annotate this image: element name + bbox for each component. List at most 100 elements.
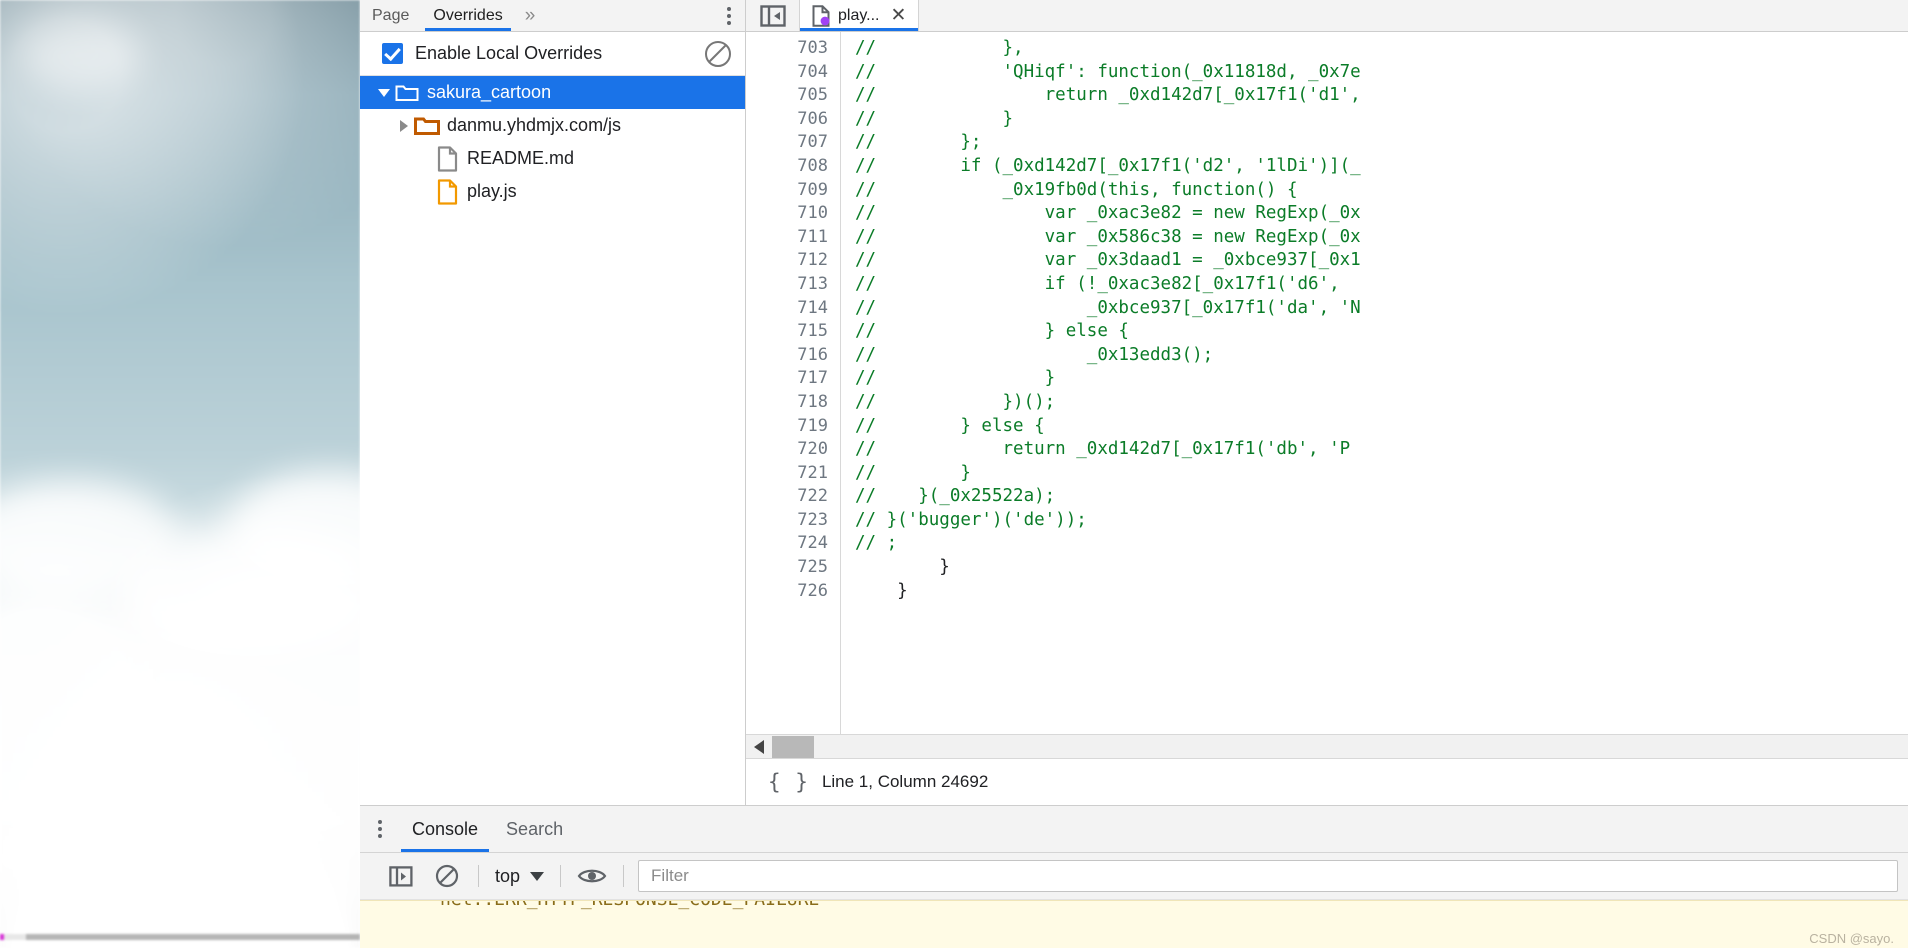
code-line[interactable]: // }('bugger')('de')); [855,509,1908,533]
console-filter-input[interactable]: Filter [638,860,1898,892]
line-number: 714 [797,297,828,318]
line-number: 711 [797,226,828,247]
code-line[interactable]: // 'QHiqf': function(_0x11818d, _0x7e [855,61,1908,85]
line-number: 715 [797,321,828,342]
code-line[interactable]: // _0xbce937[_0x17f1('da', 'N [855,297,1908,321]
code-line[interactable]: // return _0xd142d7[_0x17f1('d1', [855,84,1908,108]
more-tabs-chevron-icon[interactable]: » [515,0,544,31]
navigator-more-options-button[interactable] [717,0,745,31]
code-line[interactable]: // } [855,462,1908,486]
tab-overrides[interactable]: Overrides [421,0,514,31]
code-line[interactable]: // return _0xd142d7[_0x17f1('db', 'P [855,438,1908,462]
chevron-down-icon[interactable] [374,88,394,97]
source-editor-panel: play... ✕ 703 704 705 706 707 708 709 710 711 712… [746,0,1908,805]
tab-page-label: Page [372,6,410,24]
console-filter-placeholder: Filter [651,866,689,885]
scroll-left-icon[interactable] [746,739,772,754]
video-progress-bar[interactable] [0,934,360,940]
editor-tab-label: play... [838,6,880,24]
tree-item-play-js[interactable]: play.js [360,175,745,208]
line-number-gutter: 703 704 705 706 707 708 709 710 711 712 713 714 715 7… [746,32,841,734]
line-number: 710 [797,203,828,224]
code-line[interactable]: } [855,580,1908,604]
code-line[interactable]: // _0x13edd3(); [855,344,1908,368]
line-number: 716 [797,344,828,365]
chevron-right-icon[interactable] [394,119,414,132]
line-number: 718 [797,391,828,412]
tree-item-danmu-yhdmjx-com-js[interactable]: danmu.yhdmjx.com/js [360,109,745,142]
code-line[interactable]: // } [855,367,1908,391]
code-line[interactable]: // var _0x3daad1 = _0xbce937[_0x1 [855,249,1908,273]
console-sidebar-button[interactable] [378,859,424,893]
code-line[interactable]: } [855,556,1908,580]
line-number: 719 [797,415,828,436]
line-number: 726 [797,580,828,601]
tree-item-sakura-cartoon[interactable]: sakura_cartoon [360,76,745,109]
console-context-selector[interactable]: top [487,866,552,887]
console-sidebar-icon [389,865,413,887]
code-line[interactable]: // if (!_0xac3e82[_0x17f1('d6', [855,273,1908,297]
enable-local-overrides-checkbox[interactable] [382,43,403,64]
drawer-tab-console-label: Console [412,818,479,839]
editor-tab-play-js[interactable]: play... ✕ [800,0,920,31]
code-line[interactable]: // }, [855,37,1908,61]
editor-horizontal-scrollbar[interactable] [746,734,1908,758]
more-tabs-label: » [524,4,535,26]
line-number: 704 [797,61,828,82]
pretty-print-icon[interactable]: { } [768,770,809,794]
folder-icon [394,83,420,102]
overrides-file-tree: sakura_cartoon danmu.yhdmjx.com/js READM… [360,76,745,208]
line-number: 725 [797,557,828,578]
enable-local-overrides-row[interactable]: Enable Local Overrides [360,32,745,76]
code-line[interactable]: // var _0xac3e82 = new RegExp(_0x [855,202,1908,226]
document-icon [434,145,460,172]
live-expression-button[interactable] [569,859,615,893]
drawer-tab-search-label: Search [506,818,564,839]
line-number: 703 [797,38,828,58]
code-line[interactable]: // } [855,108,1908,132]
tab-overrides-label: Overrides [433,6,503,24]
clear-console-button[interactable] [424,859,470,893]
watermark-label: CSDN @sayo. [1809,931,1894,946]
console-toolbar: top Filter [360,853,1908,900]
drawer-tab-console[interactable]: Console [398,806,492,852]
tree-item-label: README.md [467,148,575,168]
code-line[interactable]: // } else { [855,320,1908,344]
code-viewport[interactable]: 703 704 705 706 707 708 709 710 711 712 713 714 715 7… [746,32,1908,734]
drawer-tab-search[interactable]: Search [492,806,577,852]
close-icon[interactable]: ✕ [891,6,907,25]
line-number: 709 [797,179,828,200]
video-background[interactable] [0,0,360,948]
code-line[interactable]: // ; [855,532,1908,556]
code-line[interactable]: // _0x19fb0d(this, function() { [855,179,1908,203]
clear-configuration-icon[interactable] [705,40,731,67]
editor-statusbar: { } Line 1, Column 24692 [746,758,1908,805]
console-message-warning[interactable]: net::ERR_HTTP_RESPONSE_CODE_FAILURE CSDN… [360,900,1908,948]
js-file-mapped-icon [812,4,831,27]
scrollbar-thumb[interactable] [772,735,814,758]
line-number: 722 [797,486,828,507]
code-line[interactable]: // } else { [855,415,1908,439]
enable-local-overrides-label: Enable Local Overrides [415,43,603,63]
code-line[interactable]: // })(); [855,391,1908,415]
drawer-more-options-button[interactable] [360,806,398,852]
navigator-tabbar: Page Overrides » [360,0,745,32]
tree-item-readme-md[interactable]: README.md [360,142,745,175]
console-context-value: top [495,865,521,886]
cloud-puff [20,20,140,90]
code-line[interactable]: // if (_0xd142d7[_0x17f1('d2', '1lDi')](… [855,155,1908,179]
sources-navigator-panel: Page Overrides » Enable Local Overrides [360,0,746,805]
console-drawer: Console Search top Filter CSDN @sayo. [360,805,1908,948]
clear-console-icon [435,864,459,888]
video-played-range [0,934,4,940]
code-line[interactable]: // }(_0x25522a); [855,485,1908,509]
tab-page[interactable]: Page [360,0,421,31]
code-content[interactable]: // },// 'QHiqf': function(_0x11818d, _0x… [841,32,1908,734]
toolbar-divider [478,865,479,887]
show-navigator-button[interactable] [746,0,800,31]
code-line[interactable]: // }; [855,131,1908,155]
tree-item-label: play.js [467,181,517,201]
devtools-main-row: Page Overrides » Enable Local Overrides [360,0,1908,805]
line-number: 706 [797,108,828,129]
code-line[interactable]: // var _0x586c38 = new RegExp(_0x [855,226,1908,250]
